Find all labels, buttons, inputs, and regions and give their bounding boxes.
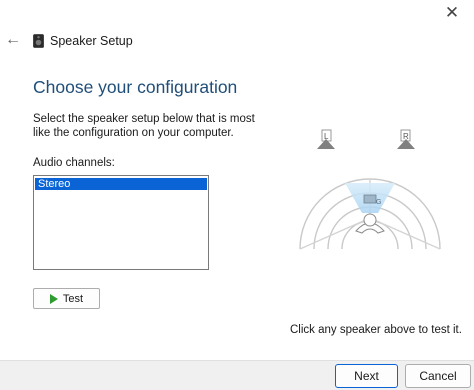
- listener-icon: [355, 213, 385, 234]
- test-button[interactable]: Test: [33, 288, 100, 309]
- speaker-test-hint: Click any speaker above to test it.: [290, 324, 462, 336]
- speaker-diagram: G L R: [299, 129, 441, 250]
- play-icon: [49, 293, 58, 304]
- audio-channels-label: Audio channels:: [33, 157, 115, 169]
- audio-channels-listbox[interactable]: Stereo: [33, 175, 209, 270]
- listener-label: G: [376, 199, 381, 206]
- window-title: Speaker Setup: [50, 34, 133, 48]
- speaker-app-icon: [33, 34, 44, 48]
- next-button[interactable]: Next: [335, 364, 398, 388]
- back-arrow-icon[interactable]: ←: [4, 30, 22, 50]
- list-item-stereo[interactable]: Stereo: [35, 178, 207, 190]
- right-speaker-label: R: [403, 132, 409, 141]
- left-speaker-label: L: [324, 132, 329, 141]
- title-bar: [0, 0, 474, 26]
- footer-bar: [0, 360, 474, 390]
- page-heading: Choose your configuration: [33, 77, 238, 97]
- test-button-label: Test: [62, 292, 84, 305]
- page-description: Select the speaker setup below that is m…: [33, 113, 255, 139]
- close-icon[interactable]: ✕: [430, 0, 474, 26]
- cancel-button[interactable]: Cancel: [405, 364, 471, 388]
- center-speaker-icon[interactable]: [363, 194, 377, 204]
